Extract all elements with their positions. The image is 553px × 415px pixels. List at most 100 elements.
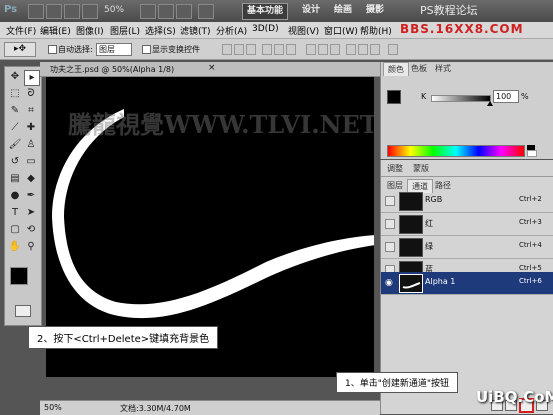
quick-select-tool-icon[interactable]: ✎ <box>8 104 22 118</box>
color-panel: 颜色 色板 样式 K 100 % <box>380 62 553 159</box>
status-zoom[interactable]: 50% <box>44 403 62 412</box>
title-bar: Ps 50% 基本功能 设计 绘画 摄影 PS教程论坛 <box>0 0 553 22</box>
document-tab[interactable]: 功夫之王.psd @ 50%(Alpha 1/8) × <box>40 62 380 77</box>
tab-masks[interactable]: 蒙版 <box>409 162 433 175</box>
color-spectrum-bar[interactable] <box>387 145 525 157</box>
healing-tool-icon[interactable]: ✚ <box>24 121 38 135</box>
distribute-bottom-icon[interactable] <box>330 44 340 55</box>
menu-image[interactable]: 图像(I) <box>76 24 104 37</box>
show-transform-checkbox[interactable] <box>142 45 151 54</box>
marquee-tool-icon[interactable]: ⬚ <box>8 87 22 101</box>
crop-tool-icon[interactable]: ⌗ <box>24 104 38 118</box>
watermark-title: PS教程论坛 <box>420 4 478 17</box>
eyedropper-tool-icon[interactable]: ⟋ <box>8 121 22 135</box>
menu-help[interactable]: 帮助(H) <box>360 24 392 37</box>
align-hcenter-icon[interactable] <box>274 44 284 55</box>
eraser-tool-icon[interactable]: ▭ <box>24 155 38 169</box>
hand-tool-icon[interactable]: ✋ <box>8 240 22 254</box>
blur-tool-icon[interactable]: ◆ <box>24 172 38 186</box>
dodge-tool-icon[interactable]: ● <box>8 189 22 203</box>
menu-file[interactable]: 文件(F) <box>6 24 36 37</box>
menu-select[interactable]: 选择(S) <box>145 24 176 37</box>
panel-divider <box>381 176 553 177</box>
foreground-color-swatch[interactable] <box>10 267 28 285</box>
channel-name: 绿 <box>425 242 433 251</box>
arrange-documents-icon[interactable] <box>198 4 214 19</box>
auto-select-dropdown[interactable]: 图层 <box>96 43 132 56</box>
auto-align-icon[interactable] <box>388 44 398 55</box>
stamp-tool-icon[interactable]: ♙ <box>24 138 38 152</box>
view-extras-icon[interactable] <box>140 4 156 19</box>
instruction-callout-step1: 1、单击"创建新通道"按钮 <box>336 372 459 393</box>
align-top-icon[interactable] <box>222 44 232 55</box>
shape-tool-icon[interactable]: ▢ <box>8 223 22 237</box>
instruction-callout-step2: 2、按下<Ctrl+Delete>键填充背景色 <box>28 326 219 349</box>
distribute-vcenter-icon[interactable] <box>318 44 328 55</box>
distribute-right-icon[interactable] <box>370 44 380 55</box>
type-tool-icon[interactable]: T <box>8 206 22 220</box>
align-bottom-icon[interactable] <box>246 44 256 55</box>
menu-layer[interactable]: 图层(L) <box>110 24 140 37</box>
channel-thumbnail-rgb <box>399 192 423 211</box>
tab-swatches[interactable]: 色板 <box>407 62 431 75</box>
align-right-icon[interactable] <box>286 44 296 55</box>
visibility-toggle-rgb[interactable] <box>385 196 395 206</box>
channel-row-alpha1[interactable]: ◉ Alpha 1 Ctrl+6 <box>381 272 553 295</box>
tab-color[interactable]: 颜色 <box>383 62 409 76</box>
workspace-design[interactable]: 设计 <box>298 3 324 18</box>
close-document-icon[interactable]: × <box>208 63 216 73</box>
menu-analysis[interactable]: 分析(A) <box>216 24 247 37</box>
distribute-hcenter-icon[interactable] <box>358 44 368 55</box>
bridge-icon[interactable] <box>28 4 44 19</box>
history-brush-tool-icon[interactable]: ↺ <box>8 155 22 169</box>
align-vcenter-icon[interactable] <box>234 44 244 55</box>
zoom-level[interactable]: 50% <box>104 5 124 15</box>
auto-select-checkbox[interactable] <box>48 45 57 54</box>
align-left-icon[interactable] <box>262 44 272 55</box>
hand-icon[interactable] <box>64 4 80 19</box>
zoom-icon[interactable] <box>82 4 98 19</box>
quick-mask-icon[interactable] <box>15 305 31 317</box>
k-slider[interactable] <box>431 95 493 106</box>
3d-rotate-tool-icon[interactable]: ⟲ <box>24 223 38 237</box>
screen-mode-icon[interactable] <box>158 4 174 19</box>
arrange-icon[interactable] <box>176 4 192 19</box>
channel-thumbnail-red <box>399 215 423 234</box>
menu-edit[interactable]: 编辑(E) <box>40 24 71 37</box>
move-tool-preset-icon[interactable]: ▸✥ <box>4 42 36 57</box>
channel-row-rgb[interactable]: RGB Ctrl+2 <box>381 190 553 213</box>
visibility-toggle-red[interactable] <box>385 219 395 229</box>
distribute-left-icon[interactable] <box>346 44 356 55</box>
tab-adjustments[interactable]: 调整 <box>383 162 407 175</box>
pen-tool-icon[interactable]: ✒ <box>24 189 38 203</box>
menu-filter[interactable]: 滤镜(T) <box>180 24 211 37</box>
menu-window[interactable]: 窗口(W) <box>324 24 358 37</box>
lasso-tool-icon[interactable]: ᘐ <box>24 87 38 101</box>
visibility-toggle-green[interactable] <box>385 242 395 252</box>
path-select-tool-icon[interactable]: ➤ <box>24 206 38 220</box>
menu-3d[interactable]: 3D(D) <box>252 24 279 34</box>
brush-tool-icon[interactable]: 🖌 <box>8 138 22 152</box>
gradient-tool-icon[interactable]: ▤ <box>8 172 22 186</box>
selected-move-tool-icon[interactable]: ▸ <box>24 70 40 86</box>
spectrum-white[interactable] <box>527 150 537 157</box>
distribute-top-icon[interactable] <box>306 44 316 55</box>
k-value-input[interactable]: 100 <box>493 90 519 103</box>
channel-name: Alpha 1 <box>425 277 456 286</box>
channel-shortcut: Ctrl+4 <box>519 241 542 249</box>
show-transform-label: 显示变换控件 <box>152 45 200 54</box>
channel-shortcut: Ctrl+6 <box>519 277 542 285</box>
zoom-tool-icon[interactable]: ⚲ <box>24 240 38 254</box>
workspace-photography[interactable]: 摄影 <box>362 3 388 18</box>
menu-view[interactable]: 视图(V) <box>288 24 319 37</box>
move-tool-icon[interactable]: ✥ <box>8 70 22 84</box>
eye-icon[interactable]: ◉ <box>385 278 393 288</box>
minibridge-icon[interactable] <box>46 4 62 19</box>
site-logo: UiBQ.CoM <box>476 388 553 406</box>
panel-foreground-swatch[interactable] <box>387 90 401 104</box>
workspace-essentials[interactable]: 基本功能 <box>242 3 289 20</box>
channel-row-red[interactable]: 红 Ctrl+3 <box>381 213 553 236</box>
workspace-painting[interactable]: 绘画 <box>330 3 356 18</box>
channel-row-green[interactable]: 绿 Ctrl+4 <box>381 236 553 259</box>
tab-styles[interactable]: 样式 <box>431 62 455 75</box>
